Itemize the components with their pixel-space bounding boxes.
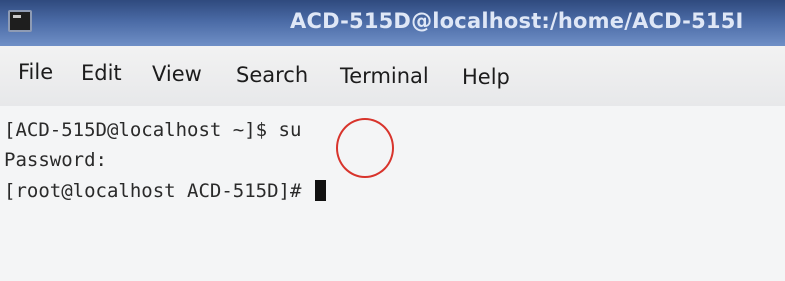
menu-search[interactable]: Search [236, 63, 308, 87]
title-bar[interactable]: ACD-515D@localhost:/home/ACD-515I [0, 0, 785, 46]
text-cursor [314, 180, 326, 201]
terminal-window: ACD-515D@localhost:/home/ACD-515I File E… [0, 0, 785, 281]
window-title: ACD-515D@localhost:/home/ACD-515I [290, 9, 744, 33]
password-prompt: Password: [4, 149, 107, 171]
menu-view[interactable]: View [152, 62, 202, 86]
root-prompt: [root@localhost ACD-515D]# [4, 180, 313, 202]
menu-help[interactable]: Help [462, 65, 510, 89]
prompt-line-user: [ACD-515D@localhost ~]$ su [4, 119, 301, 141]
menu-file[interactable]: File [18, 60, 53, 84]
terminal-icon [8, 10, 32, 32]
highlight-circle [336, 118, 394, 178]
menu-terminal[interactable]: Terminal [340, 64, 429, 88]
menu-bar: File Edit View Search Terminal Help [0, 46, 785, 106]
user-prompt: [ACD-515D@localhost ~]$ [4, 119, 279, 141]
terminal-output[interactable]: [ACD-515D@localhost ~]$ su Password: [ro… [0, 106, 785, 281]
menu-edit[interactable]: Edit [81, 61, 122, 85]
su-command: su [278, 119, 302, 141]
prompt-line-root: [root@localhost ACD-515D]# [4, 180, 326, 202]
